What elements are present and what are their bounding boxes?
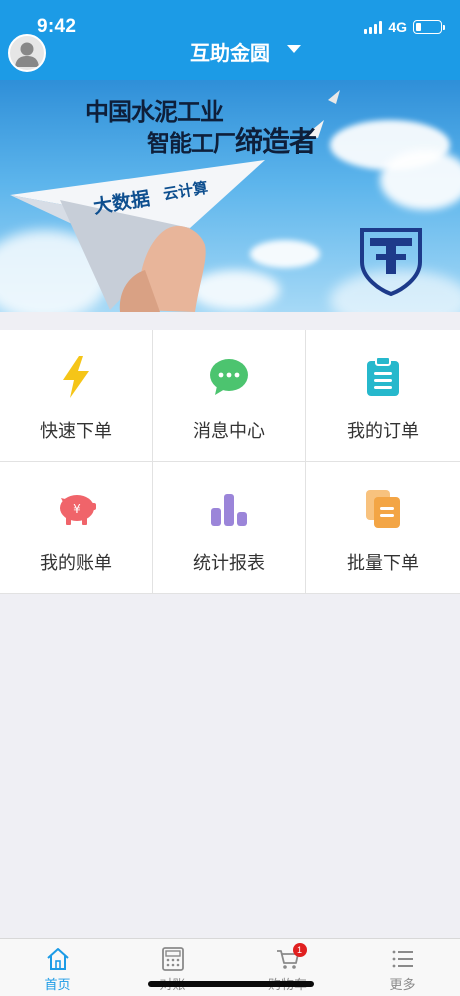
banner-subheadline-emphasis: 缔造者: [235, 125, 317, 158]
tab-more[interactable]: 更多: [345, 939, 460, 996]
tab-label: 更多: [389, 978, 416, 993]
status-indicators: 4G: [364, 19, 445, 35]
chat-bubble-icon: [207, 355, 251, 399]
home-indicator[interactable]: [148, 981, 314, 987]
list-icon: [390, 946, 416, 972]
caret-down-icon[interactable]: [287, 45, 301, 53]
menu-batch-order[interactable]: 批量下单: [306, 462, 460, 594]
cart-count-badge: 1: [292, 943, 307, 957]
function-grid: 快速下单 消息中心 我的订单 ¥ 我的账单 统计报表 批量下单: [0, 330, 460, 594]
cart-icon: 1: [275, 943, 307, 972]
calculator-icon: [160, 946, 186, 972]
piggy-bank-icon: ¥: [54, 487, 98, 531]
menu-label: 消息中心: [193, 421, 265, 442]
menu-my-orders[interactable]: 我的订单: [306, 330, 460, 462]
banner-subheadline: 智能工厂缔造者: [147, 120, 317, 160]
bar-chart-icon: [207, 487, 251, 531]
menu-label: 快速下单: [40, 421, 112, 442]
battery-icon: [413, 20, 445, 34]
menu-label: 我的订单: [347, 421, 419, 442]
tab-label: 首页: [44, 978, 71, 993]
menu-label: 我的账单: [40, 553, 112, 574]
home-icon: [45, 946, 71, 972]
svg-text:¥: ¥: [73, 502, 81, 516]
menu-message-center[interactable]: 消息中心: [153, 330, 306, 462]
clipboard-icon: [361, 355, 405, 399]
tab-home[interactable]: 首页: [0, 939, 115, 996]
banner-subheadline-prefix: 智能工厂: [147, 131, 236, 157]
menu-label: 统计报表: [193, 553, 265, 574]
documents-icon: [361, 487, 405, 531]
tab-reconciliation[interactable]: 对账: [115, 939, 230, 996]
menu-my-bills[interactable]: ¥ 我的账单: [0, 462, 153, 594]
cellular-signal-icon: [364, 20, 383, 34]
menu-statistics[interactable]: 统计报表: [153, 462, 306, 594]
tab-cart[interactable]: 1 购物车: [230, 939, 345, 996]
menu-label: 批量下单: [347, 553, 419, 574]
network-type: 4G: [388, 19, 407, 35]
promo-banner[interactable]: 中国水泥工业 智能工厂缔造者 大数据 云计算: [0, 80, 460, 312]
page-title: 互助金圆: [190, 40, 270, 65]
title-selector[interactable]: 互助金圆: [0, 36, 460, 66]
status-time: 9:42: [37, 16, 77, 37]
app-header: 9:42 4G 互助金圆: [0, 0, 460, 80]
menu-quick-order[interactable]: 快速下单: [0, 330, 153, 462]
bottom-tab-bar: 首页 对账 1 购物车: [0, 938, 460, 996]
lightning-icon: [54, 355, 98, 399]
paper-plane-illustration: [10, 90, 422, 312]
